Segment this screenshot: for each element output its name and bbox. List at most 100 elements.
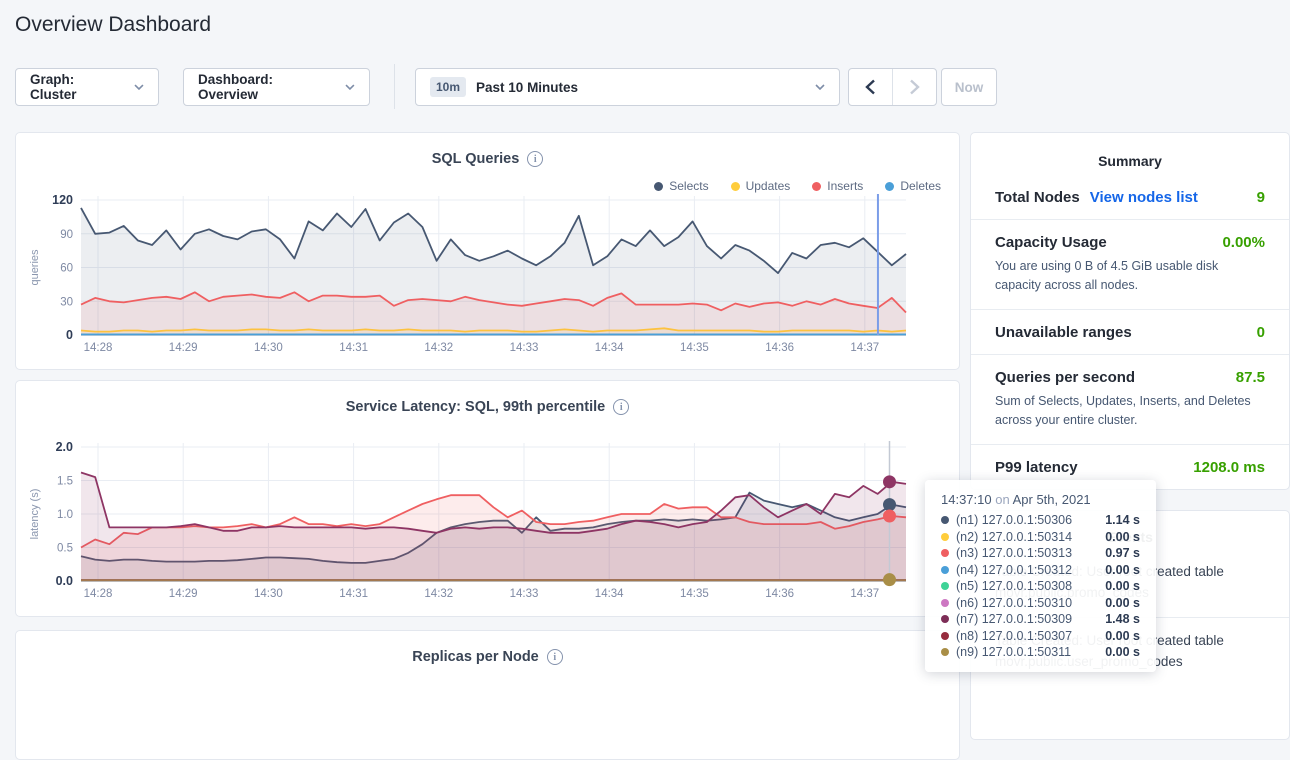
node-address: (n3) 127.0.0.1:50313 <box>956 546 1072 560</box>
node-address: (n8) 127.0.0.1:50307 <box>956 629 1072 643</box>
summary-metric: Queries per second87.5Sum of Selects, Up… <box>971 354 1289 444</box>
view-nodes-list-link[interactable]: View nodes list <box>1090 189 1198 206</box>
chart-hover-tooltip: 14:37:10 on Apr 5th, 2021 (n1) 127.0.0.1… <box>925 480 1156 672</box>
time-range-badge: 10m <box>430 77 466 97</box>
time-step-buttons <box>848 68 937 106</box>
tooltip-rows: (n1) 127.0.0.1:50306 1.14 s (n2) 127.0.0.1… <box>941 513 1140 659</box>
dashboard-dropdown[interactable]: Dashboard: Overview <box>183 68 370 106</box>
svg-text:14:31: 14:31 <box>339 588 368 600</box>
sql-queries-title: SQL Queries <box>432 151 520 167</box>
legend-dot <box>654 182 663 191</box>
metric-label: Unavailable ranges <box>995 324 1132 341</box>
sql-queries-chart[interactable]: 14:2814:2914:3014:3114:3214:3314:3414:35… <box>16 191 959 364</box>
chevron-right-icon <box>909 79 920 95</box>
time-range-label: Past 10 Minutes <box>476 80 578 95</box>
service-latency-chart[interactable]: 14:2814:2914:3014:3114:3214:3314:3414:35… <box>16 435 959 610</box>
svg-text:latency (s): latency (s) <box>29 489 41 540</box>
info-icon[interactable]: i <box>527 151 543 167</box>
chevron-down-icon <box>345 84 355 90</box>
tooltip-node-row: (n9) 127.0.0.1:503110.00 s <box>941 645 1140 659</box>
chevron-down-icon <box>815 84 825 90</box>
node-address: (n5) 127.0.0.1:50308 <box>956 579 1072 593</box>
svg-text:0.5: 0.5 <box>57 543 73 555</box>
svg-text:14:35: 14:35 <box>680 342 709 354</box>
legend-dot <box>885 182 894 191</box>
node-address: (n4) 127.0.0.1:50312 <box>956 563 1072 577</box>
info-icon[interactable]: i <box>547 649 563 665</box>
service-latency-panel: Service Latency: SQL, 99th percentile i … <box>15 380 960 617</box>
toolbar-divider <box>394 64 395 109</box>
metric-label: Total Nodes <box>995 189 1080 206</box>
tooltip-node-row: (n4) 127.0.0.1:50312 0.00 s <box>941 563 1140 577</box>
svg-text:14:37: 14:37 <box>850 342 879 354</box>
node-latency-value: 0.00 s <box>1105 579 1140 593</box>
node-latency-value: 0.00 s <box>1105 563 1140 577</box>
svg-text:14:29: 14:29 <box>169 342 198 354</box>
svg-text:14:32: 14:32 <box>424 342 453 354</box>
dashboard-dropdown-label: Dashboard: Overview <box>198 72 335 102</box>
node-address: (n2) 127.0.0.1:50314 <box>956 530 1072 544</box>
node-color-dot <box>941 599 949 607</box>
svg-text:60: 60 <box>60 263 73 275</box>
metric-value: 9 <box>1257 189 1265 206</box>
tooltip-node-row: (n6) 127.0.0.1:503100.00 s <box>941 596 1140 610</box>
svg-text:14:36: 14:36 <box>765 342 794 354</box>
now-button-label: Now <box>955 80 984 95</box>
node-color-dot <box>941 582 949 590</box>
svg-text:14:35: 14:35 <box>680 588 709 600</box>
node-address: (n6) 127.0.0.1:50310 <box>956 596 1072 610</box>
metric-description: Sum of Selects, Updates, Inserts, and De… <box>995 392 1265 431</box>
svg-text:14:33: 14:33 <box>510 588 539 600</box>
replicas-per-node-panel: Replicas per Node i <box>15 630 960 760</box>
legend-dot <box>812 182 821 191</box>
metric-label: P99 latency <box>995 459 1078 476</box>
summary-metric: Total Nodes View nodes list 9 <box>971 175 1289 219</box>
svg-text:120: 120 <box>52 193 73 207</box>
tooltip-node-row: (n1) 127.0.0.1:50306 1.14 s <box>941 513 1140 527</box>
graph-dropdown[interactable]: Graph: Cluster <box>15 68 159 106</box>
tooltip-node-row: (n7) 127.0.0.1:503091.48 s <box>941 612 1140 626</box>
metric-value: 0.00% <box>1222 234 1265 251</box>
prev-time-button[interactable] <box>849 69 892 105</box>
svg-text:14:36: 14:36 <box>765 588 794 600</box>
svg-text:14:28: 14:28 <box>84 588 113 600</box>
node-latency-value: 0.00 s <box>1105 629 1140 643</box>
next-time-button[interactable] <box>892 69 936 105</box>
graph-dropdown-label: Graph: Cluster <box>30 72 124 102</box>
svg-text:30: 30 <box>60 296 73 308</box>
node-latency-value: 1.14 s <box>1105 513 1140 527</box>
summary-metric: Unavailable ranges0 <box>971 309 1289 354</box>
chevron-down-icon <box>134 84 144 90</box>
node-address: (n7) 127.0.0.1:50309 <box>956 612 1072 626</box>
time-range-dropdown[interactable]: 10m Past 10 Minutes <box>415 68 840 106</box>
svg-text:14:29: 14:29 <box>169 588 198 600</box>
tooltip-node-row: (n5) 127.0.0.1:50308 0.00 s <box>941 579 1140 593</box>
info-icon[interactable]: i <box>613 399 629 415</box>
svg-text:90: 90 <box>60 229 73 241</box>
svg-text:2.0: 2.0 <box>56 440 73 454</box>
node-latency-value: 0.97 s <box>1105 546 1140 560</box>
summary-metric: Capacity Usage0.00%You are using 0 B of … <box>971 219 1289 309</box>
sql-queries-panel: SQL Queries i SelectsUpdatesInsertsDelet… <box>15 132 960 370</box>
summary-panel: Summary Total NodesView nodes list9Capac… <box>970 132 1290 490</box>
node-address: (n1) 127.0.0.1:50306 <box>956 513 1072 527</box>
node-color-dot <box>941 549 949 557</box>
tooltip-node-row: (n3) 127.0.0.1:50313 0.97 s <box>941 546 1140 560</box>
metric-label: Capacity Usage <box>995 234 1107 251</box>
svg-text:0.0: 0.0 <box>56 574 73 588</box>
node-latency-value: 0.00 s <box>1105 645 1140 659</box>
metric-value: 1208.0 ms <box>1193 459 1265 476</box>
chevron-left-icon <box>865 79 876 95</box>
svg-text:14:31: 14:31 <box>339 342 368 354</box>
replicas-per-node-title: Replicas per Node <box>412 649 539 665</box>
svg-text:14:28: 14:28 <box>84 342 113 354</box>
page-title: Overview Dashboard <box>15 13 211 37</box>
now-button[interactable]: Now <box>941 68 997 106</box>
metric-label: Queries per second <box>995 369 1135 386</box>
svg-text:1.0: 1.0 <box>57 509 73 521</box>
node-color-dot <box>941 516 949 524</box>
tooltip-node-row: (n2) 127.0.0.1:503140.00 s <box>941 530 1140 544</box>
svg-text:0: 0 <box>66 328 73 342</box>
summary-metrics: Total Nodes View nodes list 9 Capacity Usag… <box>971 175 1289 489</box>
svg-text:14:30: 14:30 <box>254 342 283 354</box>
